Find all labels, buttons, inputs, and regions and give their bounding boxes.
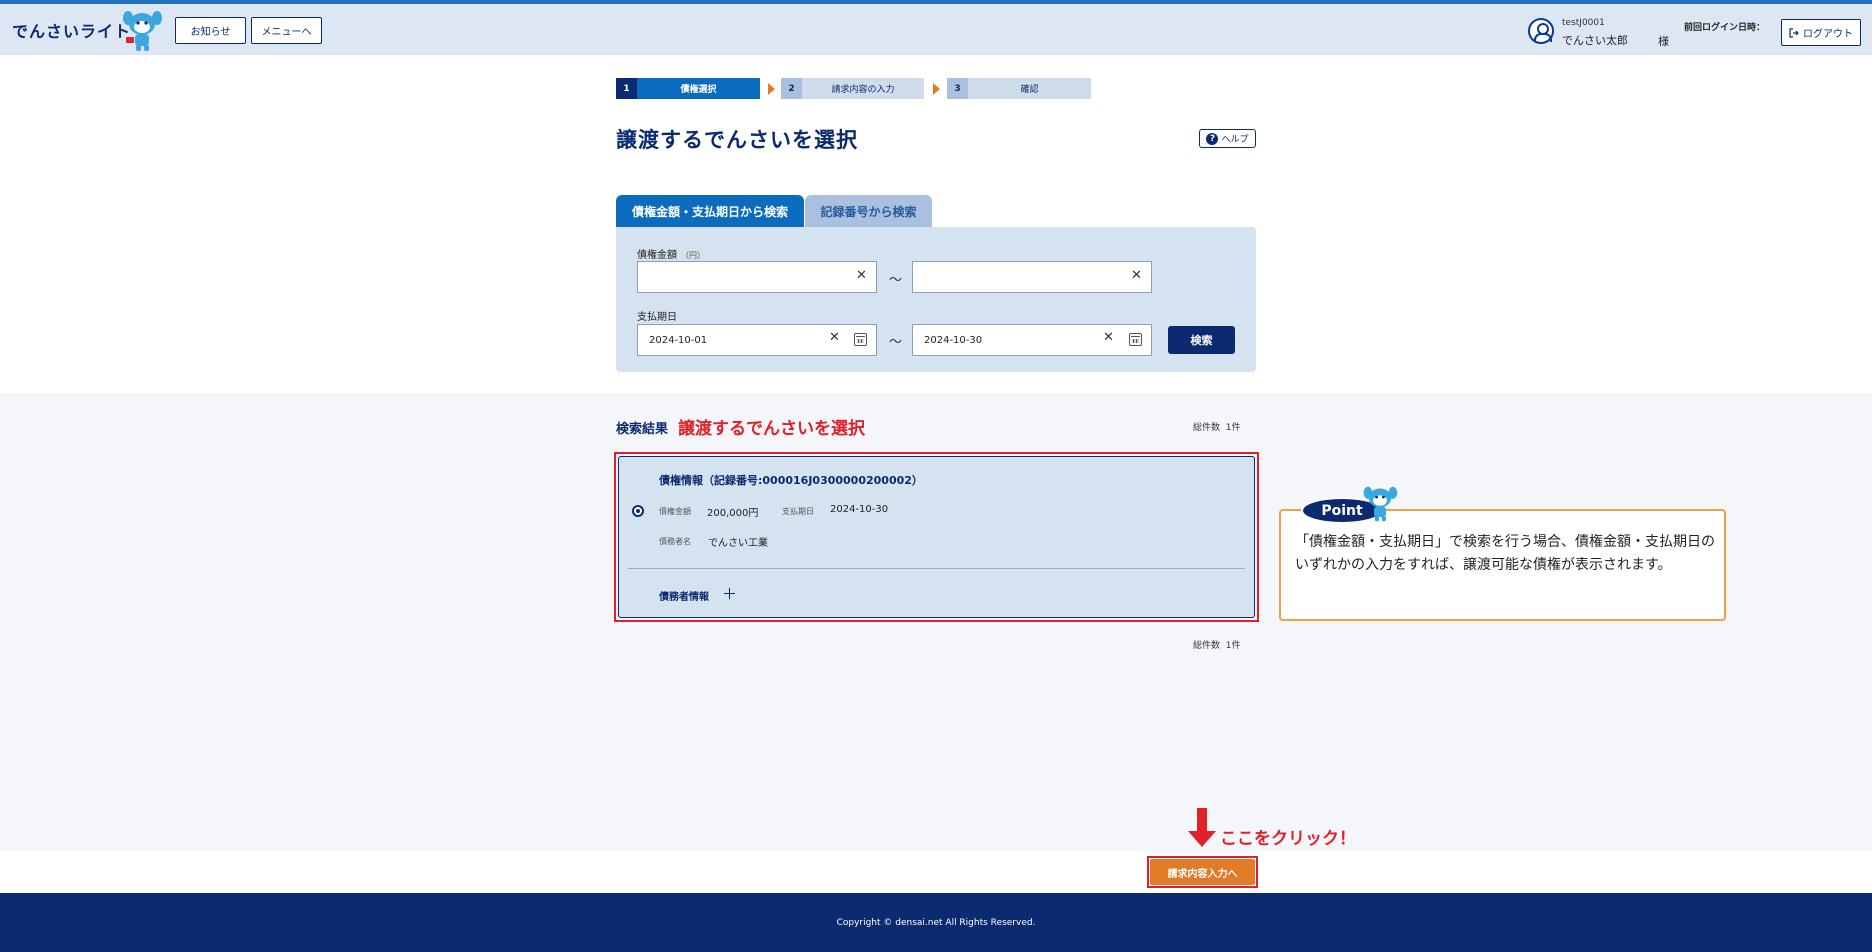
card-heading: 債権情報（記録番号:000016J0300000200002） [659, 474, 923, 487]
step-arrow-icon [933, 83, 940, 95]
amount-to-input[interactable] [912, 261, 1152, 293]
app-logo[interactable]: でんさいライト [12, 18, 131, 42]
clear-icon[interactable]: ✕ [856, 268, 867, 283]
due-date-from-input[interactable]: 2024-10-01 [637, 324, 877, 356]
card-divider [628, 568, 1245, 569]
down-arrow-icon [1197, 808, 1207, 832]
help-label: ヘルプ [1221, 135, 1249, 145]
total-label: 総件数 [1193, 641, 1221, 651]
amount-value: 200,000円 [707, 508, 759, 519]
user-id: testJ0001 [1562, 18, 1605, 28]
amount-key: 債権金額 [659, 507, 691, 516]
debtor-key: 債務者名 [659, 537, 691, 546]
debtor-value: でんさい工業 [708, 538, 768, 549]
down-arrow-head [1188, 831, 1216, 847]
clear-icon[interactable]: ✕ [1103, 330, 1114, 345]
total-count-top: 総件数 1件 [1193, 420, 1240, 433]
due-date-to-input[interactable]: 2024-10-30 [912, 324, 1152, 356]
total-count-bottom: 総件数 1件 [1193, 638, 1240, 651]
point-text: 「債権金額・支払期日」で検索を行う場合、債権金額・支払期日のいずれかの入力をすれ… [1295, 534, 1715, 573]
step-3: 3 確認 [947, 78, 1091, 99]
user-icon [1528, 18, 1554, 44]
logout-label: ログアウト [1803, 29, 1853, 40]
result-radio[interactable] [632, 505, 644, 517]
step-arrow-icon [768, 83, 775, 95]
due-value: 2024-10-30 [830, 504, 889, 515]
tab-amount-date-search[interactable]: 債権金額・支払期日から検索 [616, 195, 804, 227]
expand-icon[interactable]: ＋ [722, 583, 737, 604]
calendar-icon[interactable] [1129, 333, 1142, 346]
step-2-label: 請求内容の入力 [802, 78, 924, 99]
step-2: 2 請求内容の入力 [781, 78, 924, 99]
clear-icon[interactable]: ✕ [829, 330, 840, 345]
clear-icon[interactable]: ✕ [1131, 268, 1142, 283]
total-label: 総件数 [1193, 423, 1221, 433]
amount-unit: （円） [681, 251, 705, 260]
amount-label-text: 債権金額 [637, 250, 677, 261]
copyright: Copyright © densai.net All Rights Reserv… [836, 917, 1036, 928]
step-1: 1 債権選択 [616, 78, 760, 99]
tab-record-number-search[interactable]: 記録番号から検索 [805, 195, 932, 227]
app-header: でんさいライト お知らせ メニューへ testJ0001 でんさい太郎 様 前回… [0, 0, 1872, 55]
range-tilde: ～ [889, 335, 903, 350]
total-value: 1件 [1225, 423, 1241, 433]
user-honorific: 様 [1658, 35, 1669, 48]
menu-button[interactable]: メニューへ [251, 17, 322, 44]
mascot-icon [1363, 486, 1398, 522]
results-title: 検索結果 [616, 422, 669, 437]
step-2-number: 2 [781, 78, 802, 99]
step-1-number: 1 [616, 78, 637, 99]
amount-from-input[interactable] [637, 261, 877, 293]
step-3-number: 3 [947, 78, 968, 99]
next-button[interactable]: 請求内容入力へ [1150, 859, 1255, 885]
search-button[interactable]: 検索 [1168, 326, 1235, 354]
action-bar [0, 851, 1872, 893]
help-icon: ? [1206, 132, 1219, 145]
last-login-label: 前回ログイン日時： [1684, 23, 1766, 33]
mascot-icon [123, 11, 162, 51]
results-annotation: 譲渡するでんさいを選択 [678, 419, 865, 439]
debtor-info-toggle[interactable]: 債務者情報 [659, 588, 709, 603]
news-button[interactable]: お知らせ [175, 17, 246, 44]
calendar-icon[interactable] [854, 333, 867, 346]
due-key: 支払期日 [782, 507, 814, 516]
click-annotation: ここをクリック！ [1220, 829, 1356, 849]
footer: Copyright © densai.net All Rights Reserv… [0, 893, 1872, 952]
help-button[interactable]: ? ヘルプ [1199, 129, 1256, 148]
logout-button[interactable]: ログアウト [1781, 19, 1861, 46]
step-3-label: 確認 [968, 78, 1091, 99]
range-tilde: ～ [889, 273, 903, 288]
user-name: でんさい太郎 [1562, 34, 1628, 47]
total-value: 1件 [1225, 641, 1241, 651]
logout-icon [1789, 27, 1799, 38]
amount-label: 債権金額 （円） [637, 246, 705, 261]
due-date-label: 支払期日 [637, 312, 677, 323]
step-1-label: 債権選択 [637, 78, 760, 99]
page-title: 譲渡するでんさいを選択 [616, 128, 858, 152]
